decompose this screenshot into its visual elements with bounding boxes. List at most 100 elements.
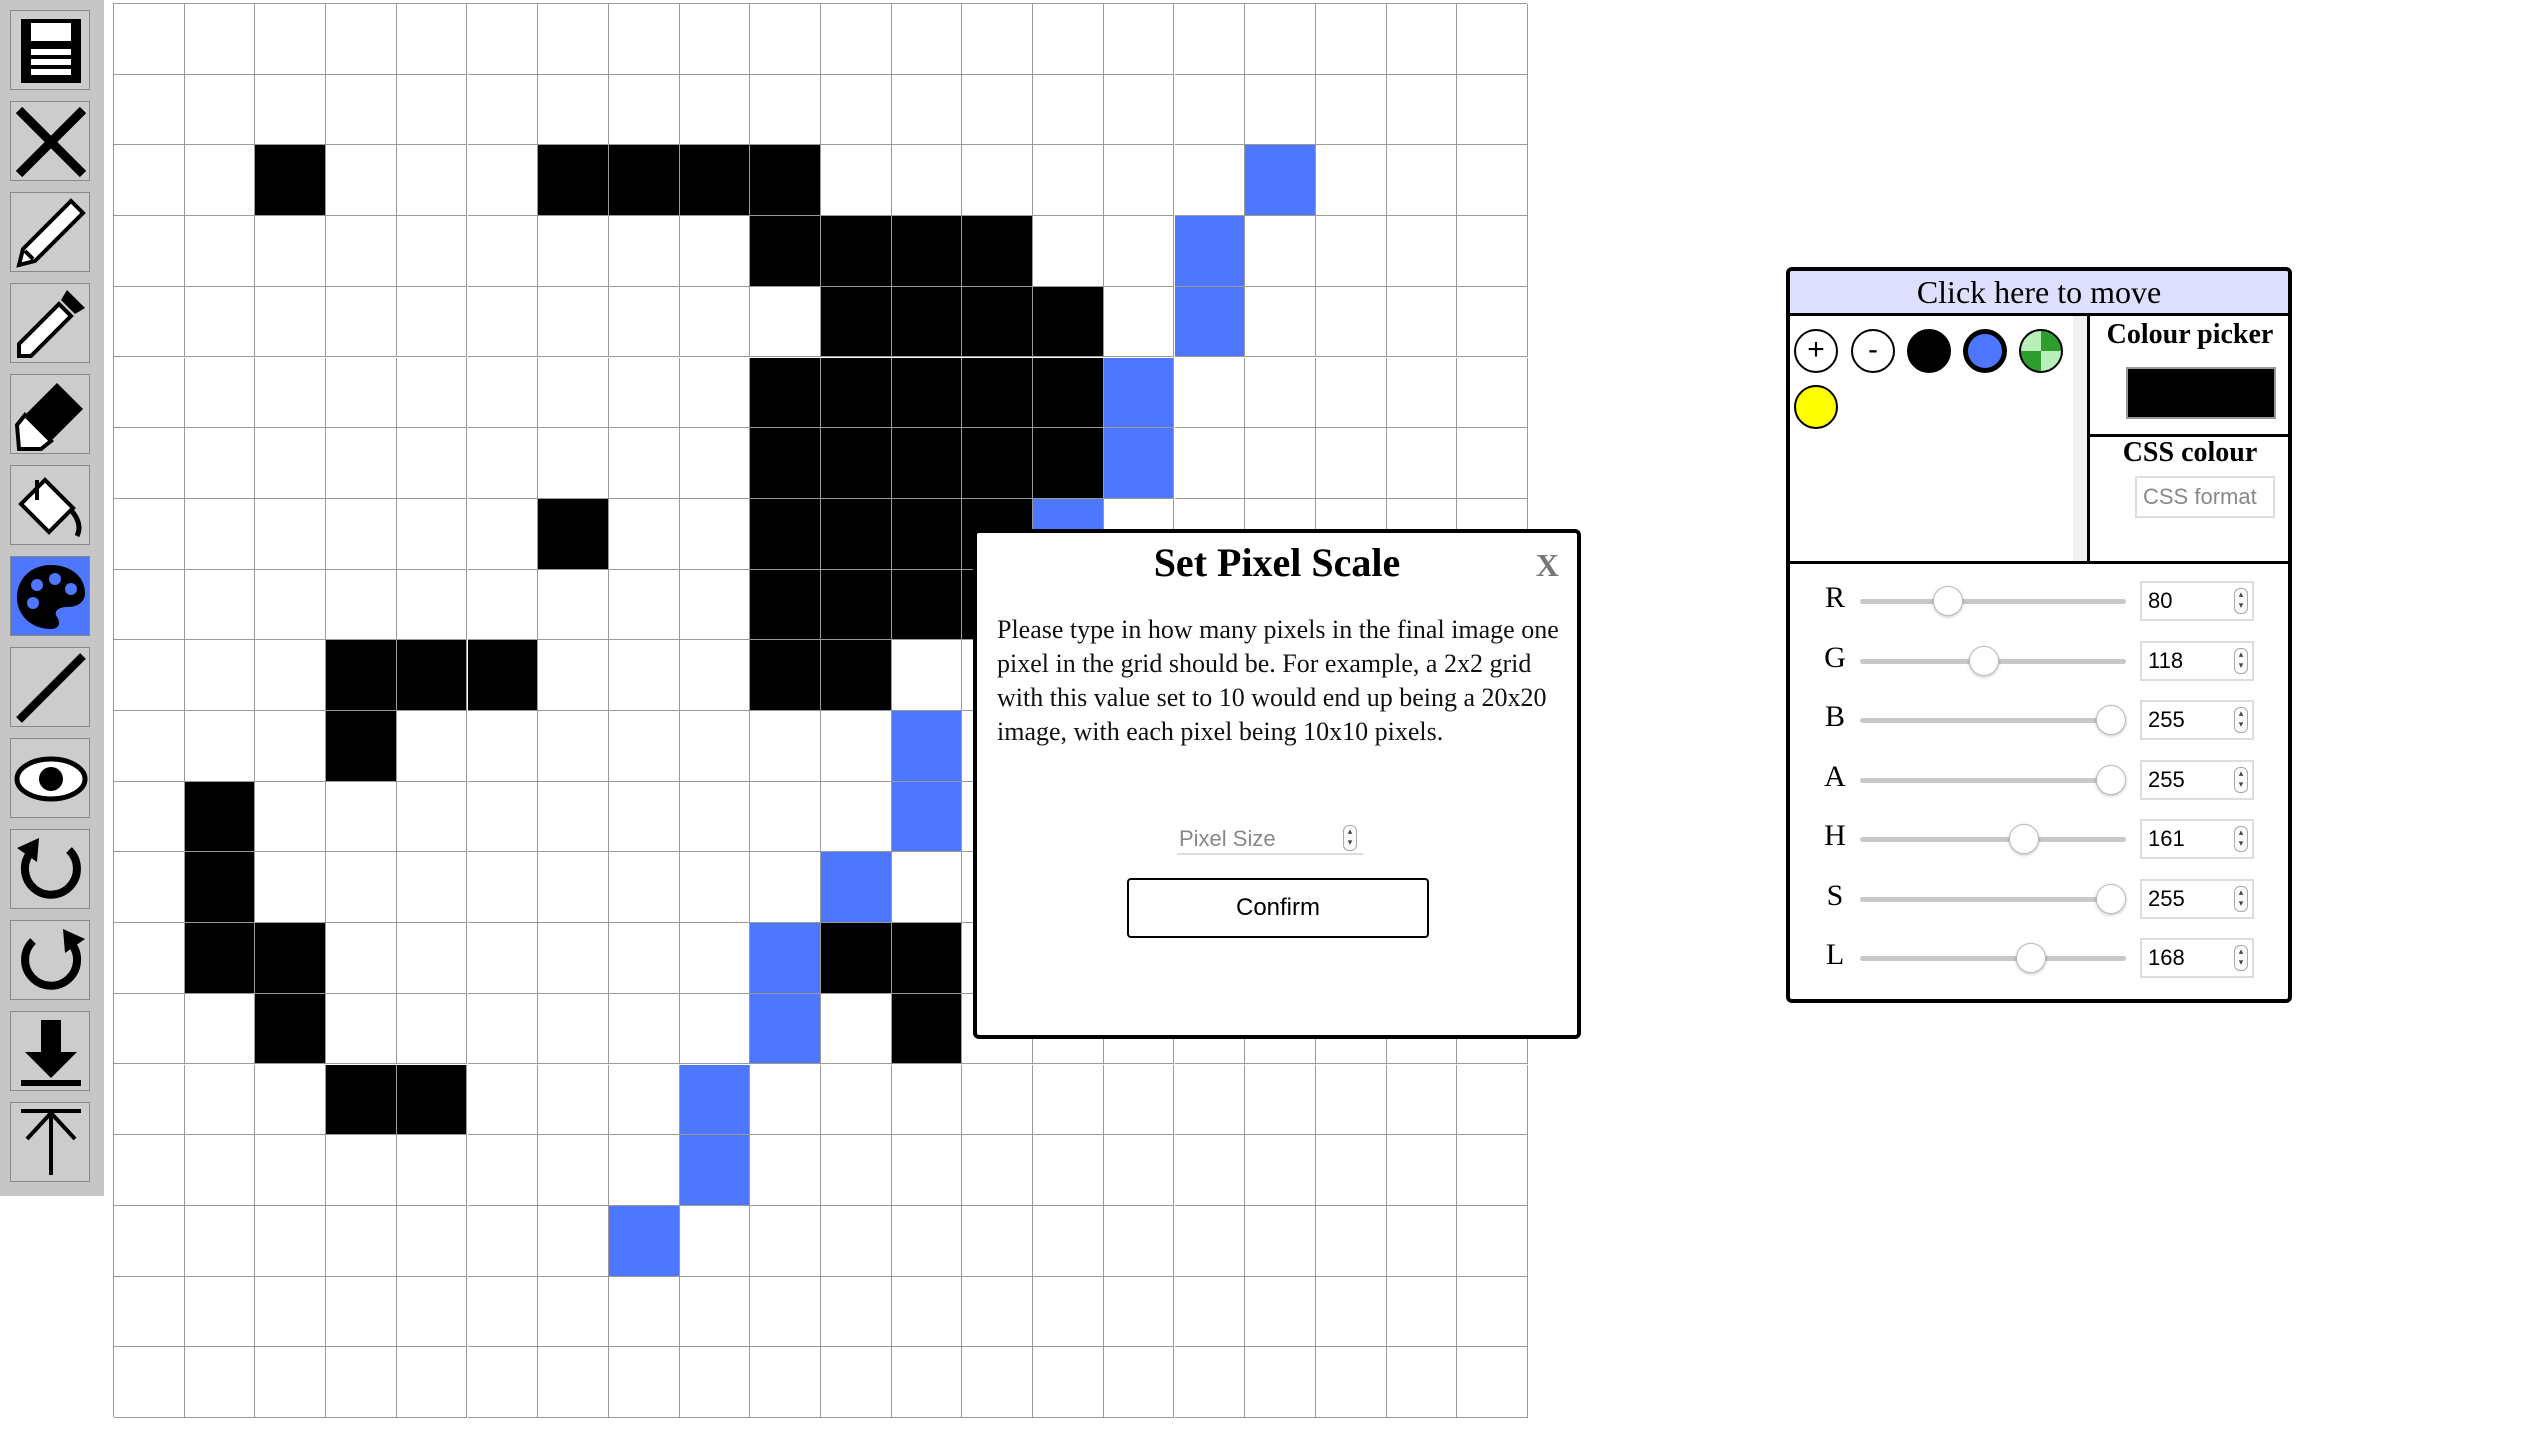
slider-track-h[interactable] [1860,837,2126,842]
grid-cell[interactable] [255,498,327,570]
grid-cell[interactable] [608,852,680,924]
grid-cell[interactable] [1457,1276,1528,1348]
grid-cell[interactable] [326,1347,397,1418]
grid-cell[interactable] [608,569,680,641]
grid-cell[interactable] [396,923,468,994]
grid-cell-black[interactable] [821,569,892,641]
grid-cell[interactable] [891,4,963,75]
grid-cell[interactable] [1315,286,1387,358]
grid-cell[interactable] [114,74,185,146]
grid-cell[interactable] [114,428,185,499]
grid-cell[interactable] [326,1276,397,1348]
grid-cell[interactable] [255,357,327,429]
grid-cell[interactable] [1315,1347,1387,1418]
grid-cell[interactable] [1315,1064,1387,1136]
grid-cell[interactable] [538,1064,609,1136]
grid-cell-black[interactable] [184,781,256,853]
grid-cell[interactable] [1386,4,1458,75]
grid-cell[interactable] [821,781,892,853]
grid-cell[interactable] [679,357,751,429]
grid-cell[interactable] [467,74,539,146]
grid-cell[interactable] [184,569,256,641]
grid-cell[interactable] [608,357,680,429]
grid-cell[interactable] [679,993,751,1065]
grid-cell-black[interactable] [467,640,539,711]
grid-cell[interactable] [679,1276,751,1348]
grid-cell[interactable] [184,1205,256,1277]
slider-thumb-a[interactable] [2096,764,2126,795]
grid-cell[interactable] [1315,1135,1387,1206]
grid-cell[interactable] [1386,145,1458,217]
grid-cell[interactable] [1033,1347,1104,1418]
grid-cell[interactable] [467,1135,539,1206]
grid-cell[interactable] [750,711,821,782]
grid-cell[interactable] [396,4,468,75]
grid-cell[interactable] [184,711,256,782]
grid-cell[interactable] [1174,1276,1246,1348]
grid-cell[interactable] [608,923,680,994]
grid-cell-black[interactable] [821,357,892,429]
grid-cell[interactable] [1315,428,1387,499]
grid-cell[interactable] [1174,1347,1246,1418]
eraser-tool-button[interactable] [10,374,90,454]
grid-cell[interactable] [750,1205,821,1277]
grid-cell-black[interactable] [962,357,1034,429]
grid-cell[interactable] [608,286,680,358]
grid-cell[interactable] [1174,4,1246,75]
value-spinner[interactable]: ▴ ▾ [2234,647,2248,674]
grid-cell[interactable] [821,993,892,1065]
grid-cell[interactable] [326,286,397,358]
grid-cell[interactable] [1174,145,1246,217]
grid-cell[interactable] [679,1205,751,1277]
slider-value-r[interactable]: 80 ▴ ▾ [2140,581,2254,621]
grid-cell[interactable] [326,852,397,924]
grid-cell[interactable] [538,781,609,853]
value-spinner[interactable]: ▴ ▾ [2234,588,2248,614]
grid-cell[interactable] [1103,216,1175,287]
grid-cell-black[interactable] [750,498,821,570]
grid-cell[interactable] [255,216,327,287]
grid-cell[interactable] [326,428,397,499]
grid-cell[interactable] [1033,74,1104,146]
grid-cell[interactable] [962,74,1034,146]
grid-cell[interactable] [467,1276,539,1348]
line-tool-button[interactable] [10,647,90,727]
grid-cell[interactable] [396,1347,468,1418]
grid-cell[interactable] [679,640,751,711]
grid-cell[interactable] [326,569,397,641]
grid-cell[interactable] [821,711,892,782]
grid-cell[interactable] [538,1135,609,1206]
slider-value-s[interactable]: 255 ▴ ▾ [2140,878,2254,919]
grid-cell[interactable] [1103,1347,1175,1418]
pixel-size-spinner[interactable]: ▴ ▾ [1343,825,1357,851]
grid-cell[interactable] [538,852,609,924]
grid-cell[interactable] [608,1347,680,1418]
grid-cell-blue[interactable] [821,852,892,924]
grid-cell[interactable] [1174,428,1246,499]
grid-cell[interactable] [1033,145,1104,217]
pencil-tool-button[interactable] [10,192,90,272]
grid-cell[interactable] [891,1347,963,1418]
grid-cell[interactable] [821,1347,892,1418]
clear-tool-button[interactable] [10,101,90,181]
grid-cell-black[interactable] [1033,428,1104,499]
grid-cell-black[interactable] [750,569,821,641]
grid-cell[interactable] [114,1347,185,1418]
grid-cell-black[interactable] [750,428,821,499]
grid-cell[interactable] [1245,4,1316,75]
grid-cell[interactable] [1033,1276,1104,1348]
grid-cell[interactable] [1103,145,1175,217]
grid-cell[interactable] [1457,1135,1528,1206]
slider-track-l[interactable] [1860,956,2126,961]
grid-cell[interactable] [1457,357,1528,429]
value-spinner[interactable]: ▴ ▾ [2234,945,2248,971]
grid-cell-blue[interactable] [1174,216,1246,287]
grid-cell[interactable] [396,993,468,1065]
dialog-close-button[interactable]: X [1536,547,1559,584]
grid-cell-blue[interactable] [750,923,821,994]
grid-cell-black[interactable] [1033,286,1104,358]
grid-cell[interactable] [326,993,397,1065]
grid-cell[interactable] [396,286,468,358]
grid-cell[interactable] [396,1205,468,1277]
grid-cell[interactable] [1315,4,1387,75]
